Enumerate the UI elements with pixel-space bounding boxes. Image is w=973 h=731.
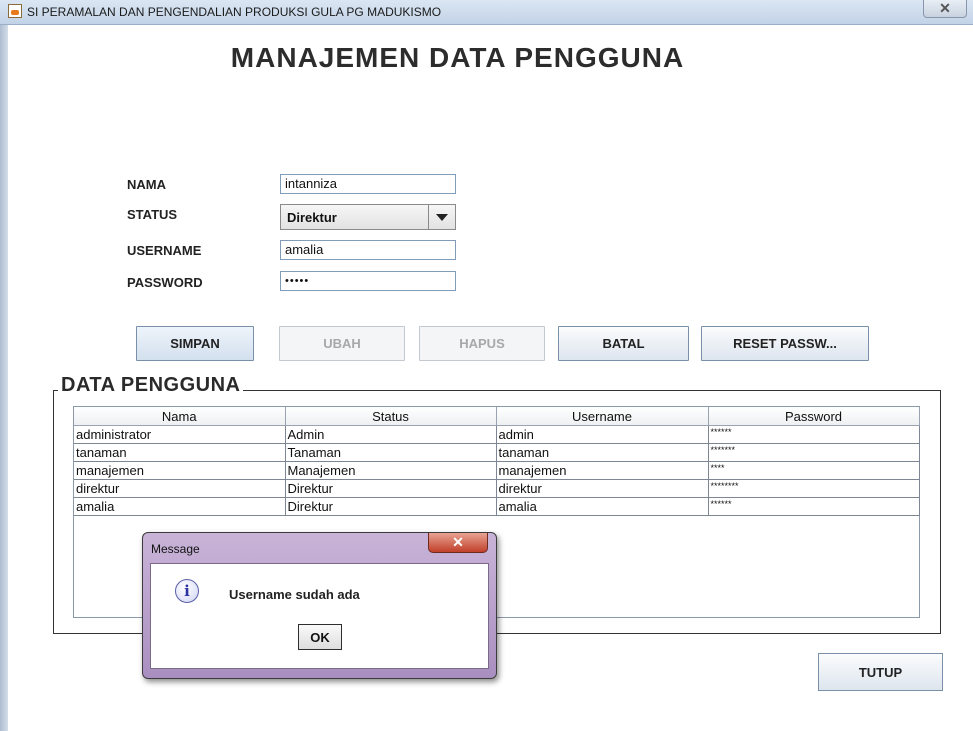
cell-password: **** <box>707 461 920 480</box>
cell-nama: manajemen <box>74 461 286 480</box>
window-title: SI PERAMALAN DAN PENGENDALIAN PRODUKSI G… <box>27 5 442 19</box>
cell-username: tanaman <box>495 443 709 462</box>
status-label: STATUS <box>127 207 178 222</box>
page-title: MANAJEMEN DATA PENGGUNA <box>230 42 685 73</box>
table-row[interactable]: administrator Admin admin ****** <box>74 425 920 444</box>
window-titlebar: SI PERAMALAN DAN PENGENDALIAN PRODUKSI G… <box>0 0 973 25</box>
cell-status: Manajemen <box>284 461 497 480</box>
cell-status: Admin <box>284 425 497 444</box>
username-field[interactable]: amalia <box>280 240 456 260</box>
ok-button[interactable]: OK <box>298 624 342 650</box>
tutup-button[interactable]: TUTUP <box>818 653 943 691</box>
cell-password: ****** <box>707 425 920 444</box>
dialog-message: Username sudah ada <box>229 587 360 602</box>
cell-username: amalia <box>495 497 709 516</box>
window-close-button[interactable]: ✕ <box>923 0 967 18</box>
table-row[interactable]: direktur Direktur direktur ******** <box>74 479 920 498</box>
dialog-close-button[interactable]: ✕ <box>428 533 488 553</box>
column-header-password[interactable]: Password <box>707 407 920 426</box>
cell-nama: administrator <box>74 425 286 444</box>
cell-password: ****** <box>707 497 920 516</box>
cell-status: Tanaman <box>284 443 497 462</box>
batal-button[interactable]: BATAL <box>558 326 689 361</box>
table-row[interactable]: amalia Direktur amalia ****** <box>74 497 920 516</box>
nama-label: NAMA <box>127 177 166 192</box>
window-left-border <box>0 25 8 731</box>
message-dialog: Message ✕ i Username sudah ada OK <box>142 532 497 679</box>
status-selected-value: Direktur <box>287 210 337 225</box>
status-select[interactable]: Direktur <box>280 204 456 230</box>
cell-username: manajemen <box>495 461 709 480</box>
table-row[interactable]: manajemen Manajemen manajemen **** <box>74 461 920 480</box>
chevron-down-icon[interactable] <box>428 205 455 229</box>
column-header-status[interactable]: Status <box>284 407 497 426</box>
cell-username: direktur <box>495 479 709 498</box>
nama-field[interactable]: intanniza <box>280 174 456 194</box>
cell-nama: tanaman <box>74 443 286 462</box>
cell-nama: amalia <box>74 497 286 516</box>
simpan-button[interactable]: SIMPAN <box>136 326 254 361</box>
cell-username: admin <box>495 425 709 444</box>
java-app-icon <box>8 4 22 18</box>
reset-password-button[interactable]: RESET PASSW... <box>701 326 869 361</box>
password-field[interactable]: ••••• <box>280 271 456 291</box>
column-header-nama[interactable]: Nama <box>74 407 286 426</box>
dialog-body: i Username sudah ada OK <box>150 563 489 669</box>
ubah-button[interactable]: UBAH <box>279 326 405 361</box>
column-header-username[interactable]: Username <box>495 407 709 426</box>
cell-status: Direktur <box>284 479 497 498</box>
cell-status: Direktur <box>284 497 497 516</box>
group-title: DATA PENGGUNA <box>58 374 244 397</box>
dialog-title: Message <box>151 542 200 556</box>
info-icon: i <box>175 579 199 603</box>
cell-password: ******* <box>707 443 920 462</box>
table-header-row: Nama Status Username Password <box>74 407 920 426</box>
hapus-button[interactable]: HAPUS <box>419 326 545 361</box>
cell-password: ******** <box>707 479 920 498</box>
password-label: PASSWORD <box>127 275 203 290</box>
cell-nama: direktur <box>74 479 286 498</box>
table-row[interactable]: tanaman Tanaman tanaman ******* <box>74 443 920 462</box>
username-label: USERNAME <box>127 243 202 258</box>
